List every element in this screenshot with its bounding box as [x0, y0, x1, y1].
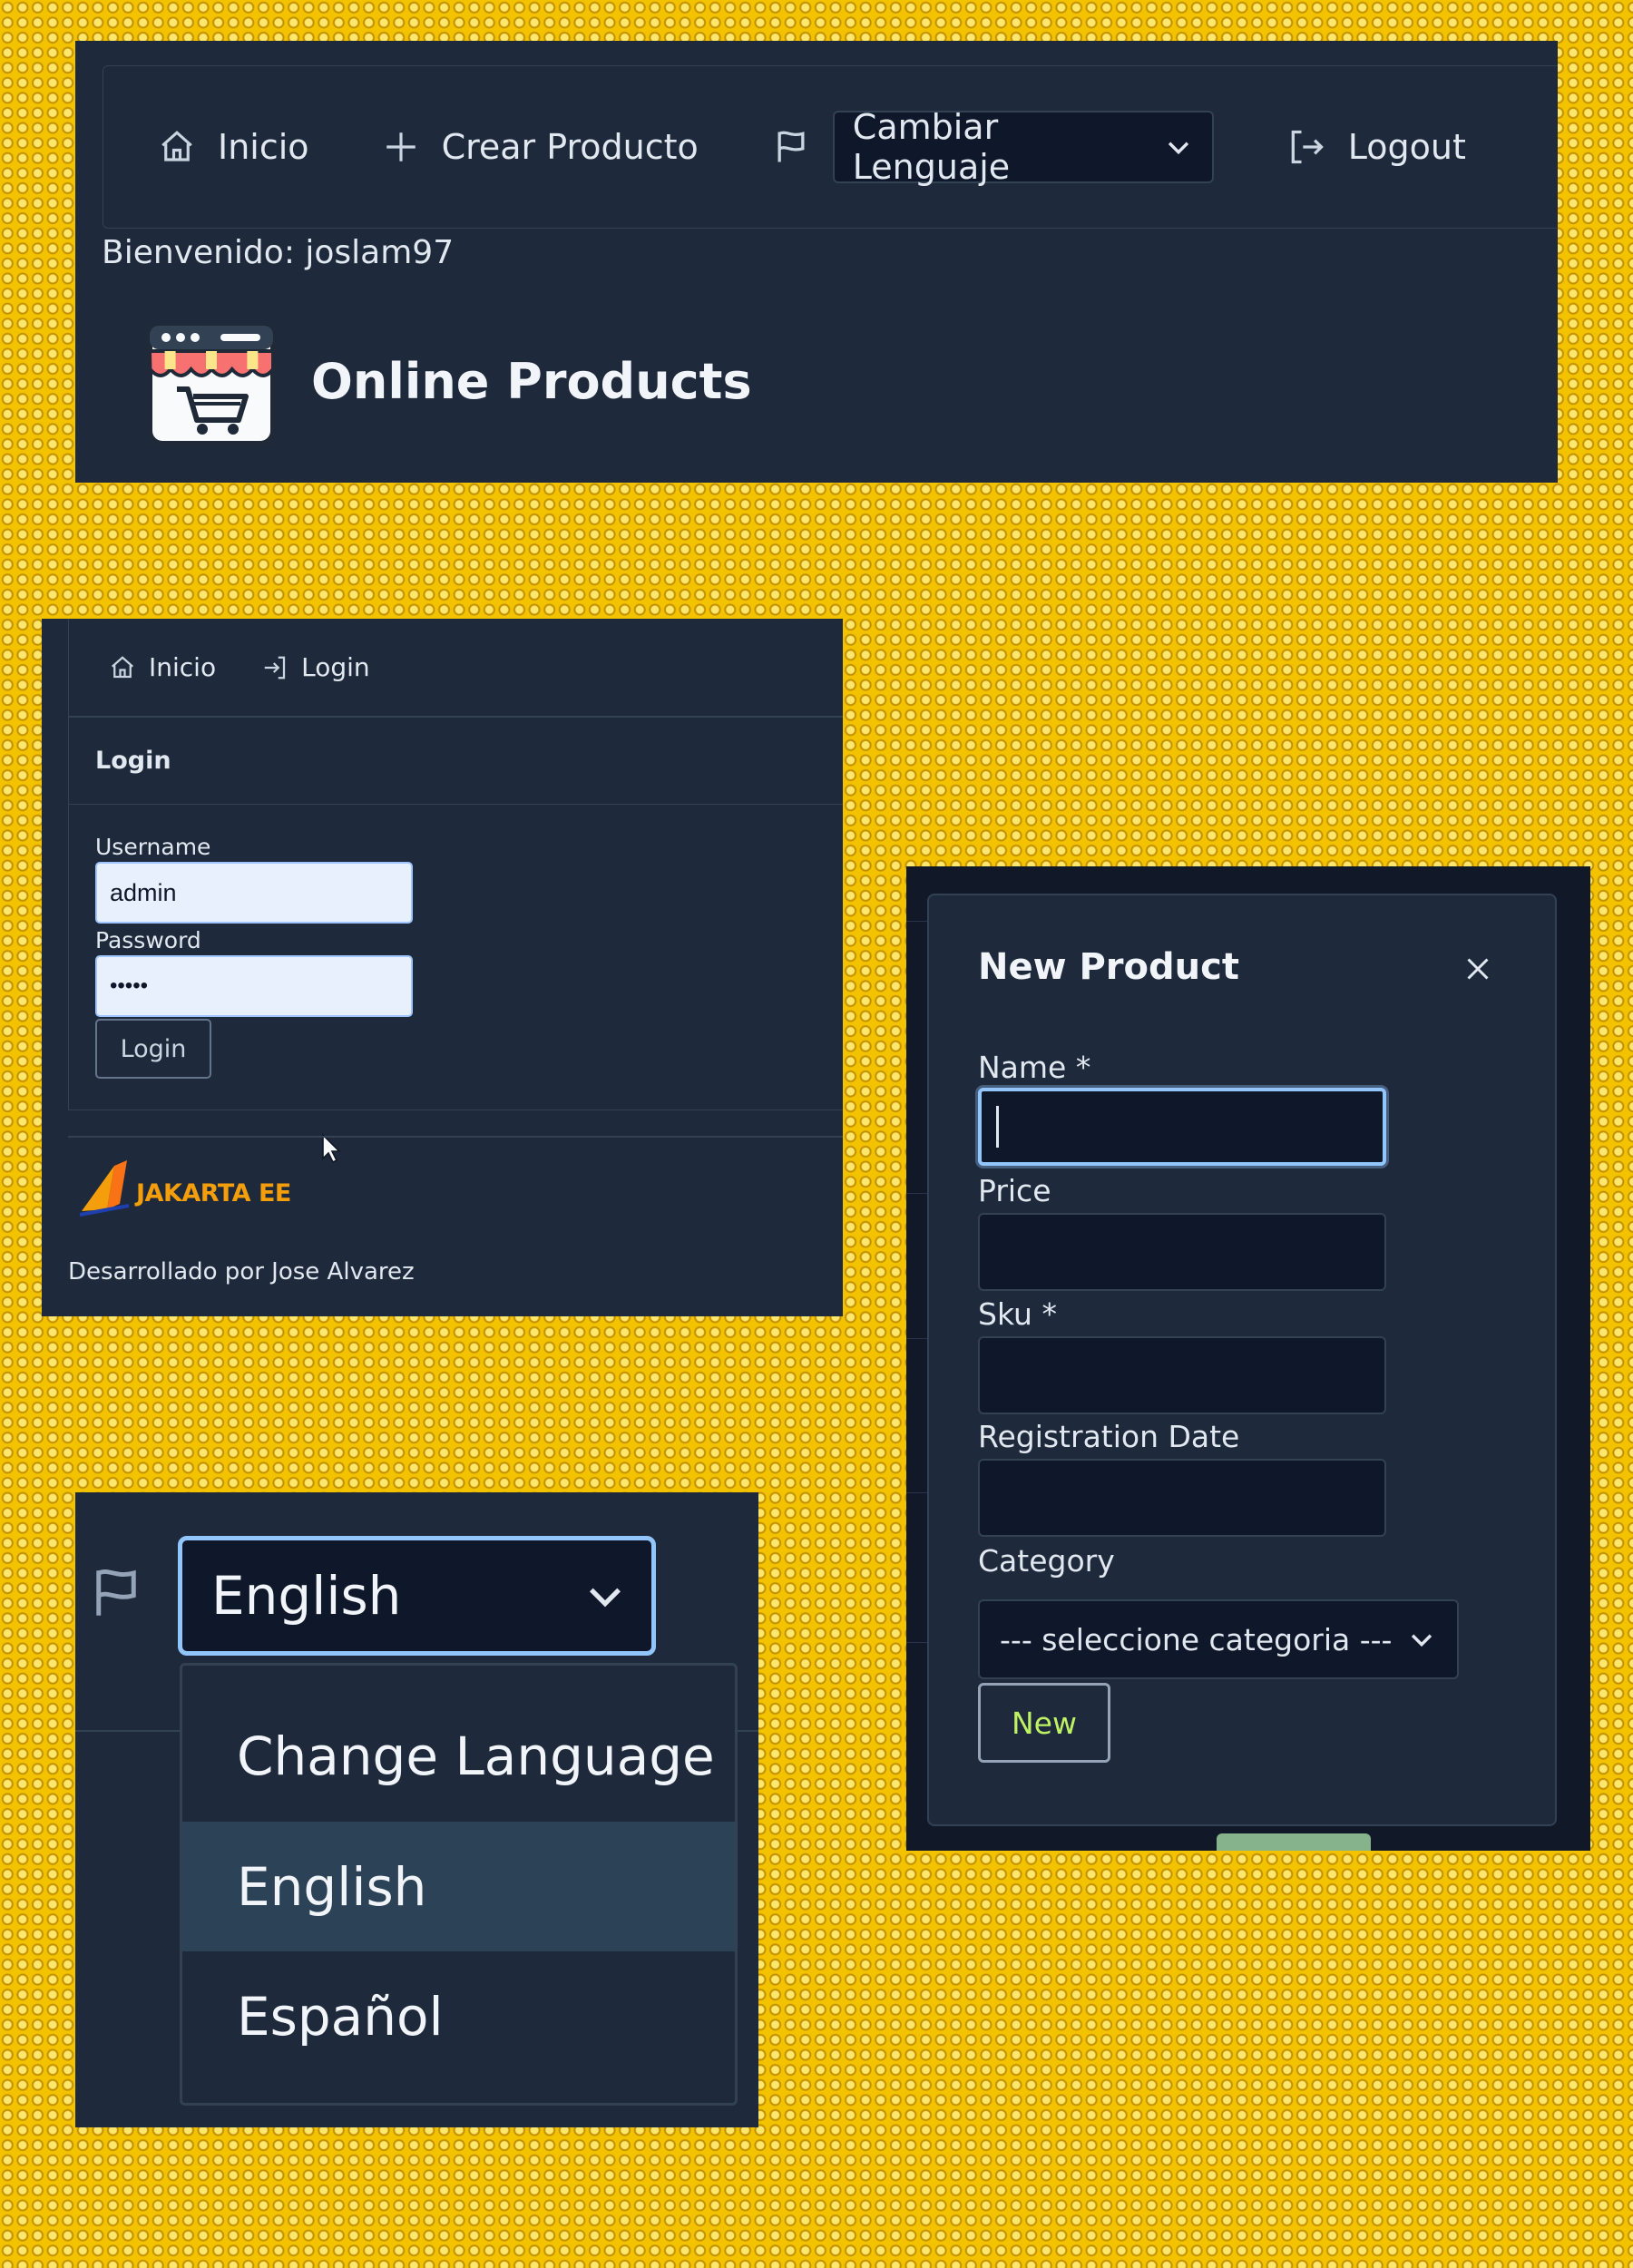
sku-label: Sku *	[978, 1296, 1057, 1332]
username-label: Username	[95, 834, 211, 860]
price-input[interactable]	[978, 1213, 1386, 1291]
nav-home-label: Inicio	[218, 127, 309, 167]
login-panel: Inicio Login Login Username Password Log…	[42, 619, 843, 1316]
login-button[interactable]: Login	[95, 1019, 211, 1079]
brand: Online Products	[139, 313, 752, 449]
nav-create-product-link[interactable]: Crear Producto	[382, 127, 699, 167]
login-nav-login-label: Login	[301, 652, 370, 682]
footer-credit: Desarrollado por Jose Alvarez	[68, 1258, 415, 1286]
language-dropdown-panel: English Change Language English Español	[75, 1492, 758, 2127]
home-icon	[158, 128, 196, 166]
jakarta-sail-icon	[78, 1158, 132, 1217]
sku-input[interactable]	[978, 1336, 1386, 1414]
chevron-down-icon	[1406, 1624, 1437, 1655]
language-option-espanol[interactable]: Español	[182, 1951, 735, 2081]
category-select[interactable]: --- seleccione categoria ---	[978, 1599, 1459, 1679]
category-label: Category	[978, 1543, 1115, 1579]
brand-title: Online Products	[311, 352, 752, 410]
close-button[interactable]	[1455, 946, 1501, 992]
login-card-title: Login	[69, 718, 843, 805]
nav-logout-label: Logout	[1347, 127, 1466, 167]
password-label: Password	[95, 927, 201, 953]
jakarta-ee-text: JAKARTA EE	[136, 1179, 291, 1207]
close-icon	[1462, 953, 1494, 985]
header-panel: Inicio Crear Producto Cambiar Lenguaje L…	[75, 41, 1558, 483]
jakarta-ee-logo: JAKARTA EE	[78, 1158, 291, 1217]
login-nav-home-label: Inicio	[149, 652, 217, 682]
password-input[interactable]	[95, 955, 413, 1017]
new-product-panel: New Product Name * Price Sku * Registrat…	[906, 866, 1590, 1851]
background-button-fragment	[1217, 1833, 1371, 1851]
language-select[interactable]: Cambiar Lenguaje	[832, 107, 1214, 187]
language-select-value: English	[211, 1565, 402, 1627]
flag-icon	[771, 127, 811, 167]
registration-date-label: Registration Date	[978, 1419, 1240, 1454]
text-caret	[996, 1106, 999, 1148]
login-nav-home-link[interactable]: Inicio	[109, 652, 216, 682]
nav-logout-link[interactable]: Logout	[1286, 127, 1466, 167]
username-input[interactable]	[95, 862, 413, 924]
plus-icon	[382, 128, 420, 166]
shop-logo-icon	[139, 313, 284, 449]
login-card: Login Username Password Login	[68, 717, 843, 1164]
footer-divider	[68, 1136, 843, 1138]
language-option-english[interactable]: English	[182, 1822, 735, 1951]
name-label: Name *	[978, 1050, 1091, 1085]
new-product-submit-button[interactable]: New	[978, 1683, 1110, 1763]
mouse-cursor-icon	[321, 1133, 343, 1164]
language-options-list: Change Language English Español	[180, 1663, 738, 2106]
nav-home-link[interactable]: Inicio	[158, 127, 309, 167]
language-option-change-language[interactable]: Change Language	[182, 1666, 735, 1822]
login-icon	[261, 654, 288, 681]
login-form: Username Password Login	[69, 834, 843, 1164]
nav-create-product-label: Crear Producto	[441, 127, 699, 167]
chevron-down-icon	[1163, 132, 1194, 162]
name-input[interactable]	[978, 1088, 1386, 1166]
new-product-modal: New Product Name * Price Sku * Registrat…	[927, 894, 1557, 1826]
welcome-message: Bienvenido: joslam97	[102, 234, 455, 271]
top-navbar: Inicio Crear Producto Cambiar Lenguaje L…	[103, 65, 1558, 229]
price-label: Price	[978, 1173, 1051, 1208]
language-select-value: Cambiar Lenguaje	[852, 107, 1011, 187]
flag-icon	[86, 1563, 146, 1623]
chevron-down-icon	[582, 1572, 629, 1619]
logout-icon	[1286, 127, 1326, 167]
modal-title: New Product	[978, 946, 1239, 988]
login-navbar: Inicio Login	[68, 619, 843, 717]
category-select-value: --- seleccione categoria ---	[1000, 1621, 1393, 1657]
language-select-open[interactable]: English	[178, 1536, 656, 1656]
home-icon	[109, 654, 136, 681]
registration-date-input[interactable]	[978, 1459, 1386, 1537]
login-nav-login-link[interactable]: Login	[261, 652, 370, 682]
